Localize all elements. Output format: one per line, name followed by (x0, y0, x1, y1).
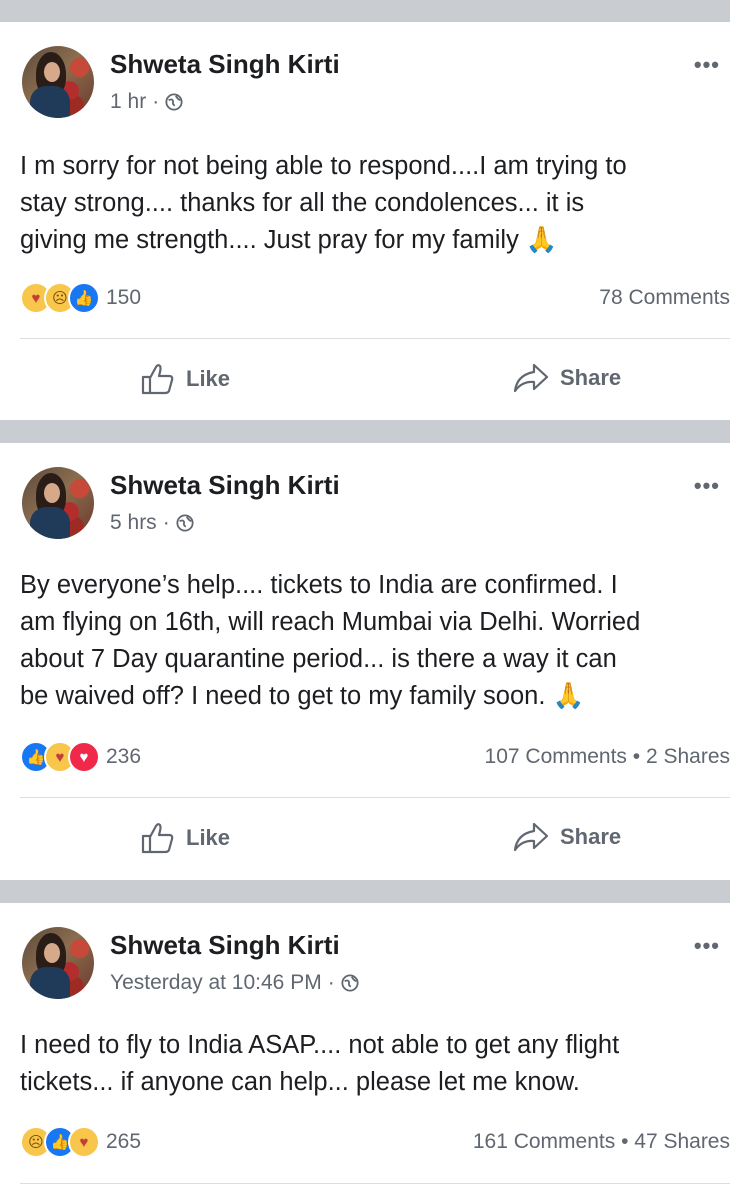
meta-separator: · (152, 90, 160, 113)
like-label: Like (186, 366, 231, 391)
reactions-summary[interactable]: ☹ 👍 ♥ 265 (20, 1126, 141, 1158)
share-icon (513, 363, 549, 393)
post-text-line: By everyone’s help.... tickets to India … (20, 571, 618, 599)
post-timestamp[interactable]: 1 hr (110, 90, 146, 114)
share-button[interactable]: Share (512, 821, 621, 853)
like-button[interactable]: Like (140, 362, 230, 396)
post-card: Shweta Singh Kirti 5 hrs · ••• By everyo… (0, 443, 730, 880)
post-text-line: I need to fly to India ASAP.... not able… (20, 1031, 620, 1059)
author-name[interactable]: Shweta Singh Kirti (110, 470, 340, 501)
post-text-line: be waived off? I need to get to my famil… (20, 682, 585, 710)
love-icon: ♥ (68, 741, 100, 773)
reaction-count: 150 (106, 286, 142, 309)
post-card: Shweta Singh Kirti Yesterday at 10:46 PM… (0, 903, 730, 1200)
reactions-summary[interactable]: 👍 ♥ ♥ 236 (20, 741, 141, 773)
post-text-line: stay strong.... thanks for all the condo… (20, 189, 585, 217)
globe-icon (341, 974, 359, 992)
like-icon: 👍 (68, 282, 100, 314)
post-text-line: about 7 Day quarantine period... is ther… (20, 645, 617, 673)
more-options-icon[interactable]: ••• (694, 52, 720, 78)
more-options-icon[interactable]: ••• (694, 933, 720, 959)
post-timestamp[interactable]: Yesterday at 10:46 PM (110, 971, 322, 995)
more-options-icon[interactable]: ••• (694, 473, 720, 499)
meta-separator: · (327, 971, 335, 994)
post-stats[interactable]: 78 Comments (599, 286, 730, 310)
author-name[interactable]: Shweta Singh Kirti (110, 49, 340, 80)
meta-separator: · (162, 511, 170, 534)
post-text-line: tickets... if anyone can help... please … (20, 1068, 580, 1096)
post-text-line: I m sorry for not being able to respond.… (20, 152, 627, 180)
post-card: Shweta Singh Kirti 1 hr · ••• I m sorry … (0, 22, 730, 420)
globe-icon (165, 93, 183, 111)
post-meta: 1 hr · (110, 90, 183, 114)
post-text-line: giving me strength.... Just pray for my … (20, 226, 558, 254)
like-label: Like (186, 825, 231, 850)
post-timestamp[interactable]: 5 hrs (110, 511, 157, 535)
reactions-summary[interactable]: ♥ ☹ 👍 150 (20, 282, 141, 314)
share-label: Share (560, 824, 622, 849)
avatar[interactable] (22, 927, 94, 999)
share-label: Share (560, 365, 622, 390)
thumbs-up-icon (141, 364, 174, 395)
avatar[interactable] (22, 46, 94, 118)
share-icon (513, 822, 549, 852)
avatar[interactable] (22, 467, 94, 539)
reaction-count: 236 (106, 745, 142, 768)
like-button[interactable]: Like (140, 821, 230, 855)
share-button[interactable]: Share (512, 362, 621, 394)
post-stats[interactable]: 161 Comments • 47 Shares (473, 1130, 730, 1154)
thumbs-up-icon (141, 823, 174, 854)
post-meta: Yesterday at 10:46 PM · (110, 971, 359, 995)
globe-icon (176, 514, 194, 532)
author-name[interactable]: Shweta Singh Kirti (110, 930, 340, 961)
post-stats[interactable]: 107 Comments • 2 Shares (485, 745, 730, 769)
divider (20, 797, 730, 798)
post-meta: 5 hrs · (110, 511, 194, 535)
post-text-line: am flying on 16th, will reach Mumbai via… (20, 608, 641, 636)
care-icon: ♥ (68, 1126, 100, 1158)
divider (20, 1183, 730, 1184)
divider (20, 338, 730, 339)
feed: Shweta Singh Kirti 1 hr · ••• I m sorry … (0, 0, 730, 1200)
reaction-count: 265 (106, 1130, 142, 1153)
